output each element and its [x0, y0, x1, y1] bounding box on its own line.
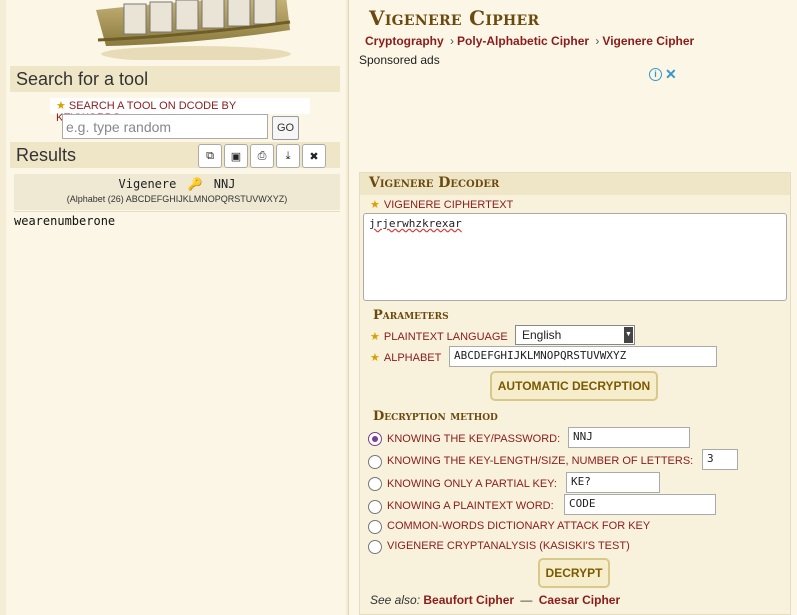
search-label: ★Search a tool on dCode by keywords:: [50, 98, 310, 124]
print-button[interactable]: ⎙: [250, 144, 274, 168]
radio-plaintext-word[interactable]: [368, 500, 382, 514]
left-column: Search for a tool ★ Search a tool on dCod…: [6, 0, 346, 615]
language-select[interactable]: English ▼: [515, 325, 635, 345]
key-icon: 🔑: [187, 177, 203, 191]
radio-partial-key[interactable]: [368, 477, 382, 491]
alphabet-label: ★ Alphabet: [370, 351, 441, 364]
breadcrumb-separator: ›: [595, 34, 600, 48]
ciphertext-input[interactable]: jrjerwhzkrexar: [363, 213, 787, 301]
star-icon: ★: [370, 352, 380, 364]
alphabet-label-text: Alphabet: [383, 352, 442, 364]
download-button[interactable]: ⤓: [276, 144, 300, 168]
see-also: See also: Beaufort Cipher — Caesar Ciphe…: [370, 593, 620, 607]
link-caesar-cipher[interactable]: Caesar Cipher: [539, 593, 620, 607]
language-label: ★ Plaintext language: [370, 330, 508, 343]
star-icon: ★: [370, 199, 380, 211]
decrypt-button[interactable]: DECRYPT: [538, 558, 610, 588]
copy-icon: ⧉: [206, 149, 214, 162]
breadcrumb: Cryptography › Poly-Alphabetic Cipher › Vi…: [365, 34, 694, 48]
search-input[interactable]: [62, 114, 268, 139]
method-title: Decryption method: [373, 409, 498, 424]
key-length-label: Knowing the key-length/size, number of l…: [387, 455, 694, 467]
cryptex-logo: [86, 0, 296, 60]
decoder-panel: Vigenere Decoder ★ Vigenere ciphertext jr…: [359, 172, 791, 615]
breadcrumb-separator: ›: [450, 34, 455, 48]
screenshot-icon: ▣: [230, 150, 242, 163]
result-header: Vigenere 🔑 NNJ (Alphabet (26) ABCDEFGHIJ…: [14, 174, 340, 210]
automatic-decryption-button[interactable]: AUTOMATIC DECRYPTION: [490, 371, 658, 401]
result-key: NNJ: [213, 177, 236, 191]
ad-close-icon[interactable]: ✕: [665, 66, 677, 83]
result-alphabet: (Alphabet (26) ABCDEFGHIJKLMNOPQRSTUVWXY…: [66, 194, 288, 204]
plaintext-word-input[interactable]: CODE: [564, 494, 716, 515]
language-value: English: [522, 328, 562, 342]
clear-results-button[interactable]: ✖: [302, 144, 326, 168]
divider: [14, 211, 340, 212]
ad-info-icon[interactable]: i: [649, 68, 662, 81]
dictionary-attack-label: Common-words dictionary attack for key: [387, 520, 651, 532]
sponsored-label: Sponsored ads: [359, 53, 440, 67]
ciphertext-label-text: Vigenere ciphertext: [383, 199, 514, 211]
page-title: Vigenere Cipher: [369, 6, 540, 30]
result-cipher-name: Vigenere: [118, 177, 177, 191]
link-beaufort-cipher[interactable]: Beaufort Cipher: [423, 593, 514, 607]
print-icon: ⎙: [257, 149, 267, 162]
star-icon: ★: [56, 100, 66, 112]
radio-key-length[interactable]: [368, 455, 382, 469]
alphabet-input[interactable]: ABCDEFGHIJKLMNOPQRSTUVWXYZ: [449, 346, 717, 367]
close-icon: ✖: [309, 150, 319, 163]
known-key-label: Knowing the key/password:: [387, 433, 561, 445]
see-also-label: See also:: [370, 593, 421, 607]
radio-dictionary-attack[interactable]: [368, 520, 382, 534]
ciphertext-label: ★ Vigenere ciphertext: [370, 198, 513, 211]
right-column: Vigenere Cipher Cryptography › Poly-Alpha…: [348, 0, 797, 615]
key-length-input[interactable]: 3: [702, 449, 738, 470]
key-input[interactable]: NNJ: [568, 427, 690, 448]
partial-key-label: Knowing only a partial key:: [387, 478, 557, 490]
radio-known-key[interactable]: [368, 432, 382, 446]
kasiski-label: Vigenere cryptanalysis (Kasiski's test): [387, 540, 630, 552]
decoder-title: Vigenere Decoder: [360, 173, 790, 195]
parameters-title: Parameters: [373, 308, 449, 323]
go-button[interactable]: GO: [272, 116, 299, 140]
plaintext-word-label: Knowing a plaintext word:: [387, 500, 554, 512]
download-icon: ⤓: [285, 149, 291, 162]
partial-key-input[interactable]: KE?: [566, 472, 660, 493]
copy-button[interactable]: ⧉: [198, 144, 222, 168]
language-label-text: Plaintext language: [383, 331, 508, 343]
screenshot-button[interactable]: ▣: [224, 144, 248, 168]
star-icon: ★: [370, 331, 380, 343]
chevron-down-icon: ▼: [624, 327, 633, 343]
breadcrumb-link-vigenere[interactable]: Vigenere Cipher: [602, 34, 694, 48]
result-plaintext: wearenumberone: [14, 214, 116, 228]
breadcrumb-link-cryptography[interactable]: Cryptography: [365, 34, 444, 48]
breadcrumb-link-poly-alphabetic[interactable]: Poly-Alphabetic Cipher: [457, 34, 589, 48]
radio-kasiski[interactable]: [368, 540, 382, 554]
see-also-separator: —: [520, 593, 533, 607]
search-section-title: Search for a tool: [10, 66, 340, 92]
